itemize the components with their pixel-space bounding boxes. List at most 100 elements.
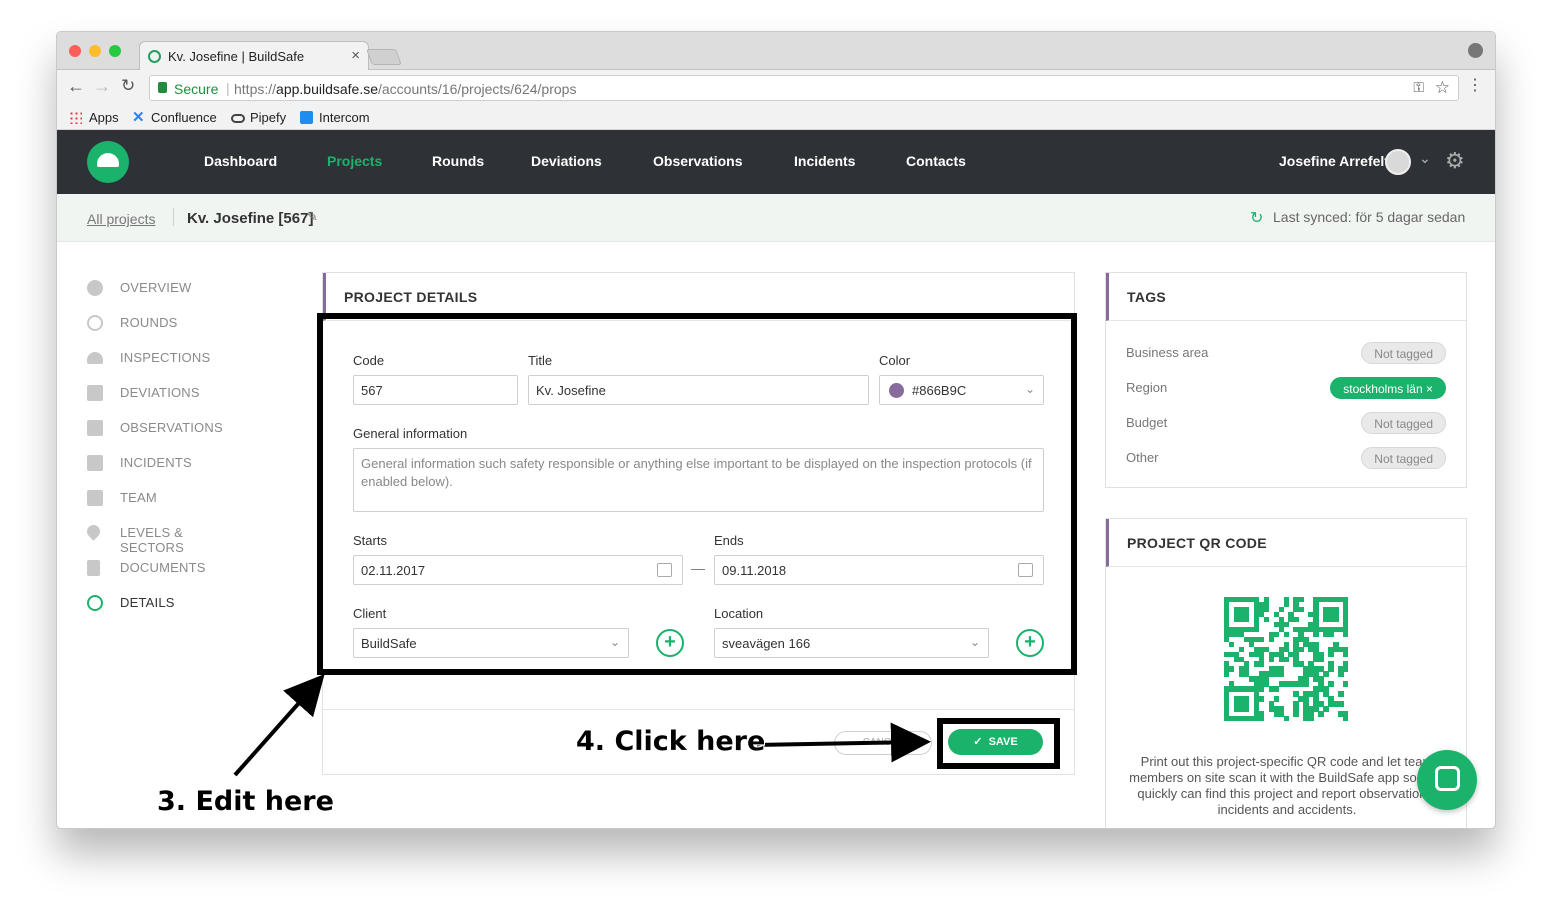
nav-deviations[interactable]: Deviations bbox=[531, 153, 602, 169]
chat-icon bbox=[1435, 766, 1460, 791]
avatar[interactable] bbox=[1385, 149, 1411, 175]
qr-module bbox=[1338, 691, 1344, 697]
url-text: https://app.buildsafe.se/accounts/16/pro… bbox=[234, 81, 576, 97]
reload-icon[interactable]: ↻ bbox=[121, 76, 135, 96]
nav-dashboard[interactable]: Dashboard bbox=[204, 153, 277, 169]
tag-chip-business-area[interactable]: Not tagged bbox=[1361, 342, 1446, 364]
qr-module bbox=[1293, 616, 1299, 623]
star-icon[interactable]: ☆ bbox=[1435, 78, 1450, 98]
info-icon bbox=[87, 280, 103, 296]
tab-close-icon[interactable]: × bbox=[351, 47, 360, 64]
qr-module bbox=[1278, 606, 1284, 613]
key-icon[interactable]: ⚿ bbox=[1413, 79, 1424, 96]
panel-title: PROJECT QR CODE bbox=[1127, 535, 1267, 551]
bookmark-confluence[interactable]: Confluence bbox=[151, 110, 217, 125]
chevron-down-icon[interactable]: ⌄ bbox=[1419, 150, 1431, 167]
panel-footer-divider bbox=[323, 709, 1074, 710]
hardhat-icon bbox=[97, 153, 119, 167]
panel-title: TAGS bbox=[1127, 289, 1167, 305]
maximize-window-button[interactable] bbox=[109, 45, 121, 57]
qr-module bbox=[1328, 666, 1334, 672]
tag-chip-other[interactable]: Not tagged bbox=[1361, 447, 1446, 469]
bookmark-pipefy[interactable]: Pipefy bbox=[250, 110, 286, 125]
tag-chip-region[interactable]: stockholms län × bbox=[1330, 377, 1446, 399]
qr-module bbox=[1283, 656, 1289, 662]
qr-module bbox=[1253, 626, 1260, 633]
buildsafe-logo[interactable] bbox=[87, 141, 129, 183]
address-bar[interactable]: Secure | https://app.buildsafe.se/accoun… bbox=[149, 75, 1459, 101]
all-projects-link[interactable]: All projects bbox=[87, 211, 155, 227]
map-pin-icon bbox=[84, 522, 103, 541]
url-domain: app.buildsafe.se bbox=[276, 81, 378, 97]
qr-module bbox=[1323, 706, 1329, 712]
click-here-annotation: 4. Click here bbox=[576, 726, 766, 757]
minimize-window-button[interactable] bbox=[89, 45, 101, 57]
browser-menu-icon[interactable]: ⋮ bbox=[1467, 75, 1483, 95]
tag-chip-budget[interactable]: Not tagged bbox=[1361, 412, 1446, 434]
qr-module bbox=[1333, 616, 1339, 623]
qr-code-image bbox=[1224, 597, 1349, 722]
qr-module bbox=[1263, 606, 1270, 613]
qr-module bbox=[1263, 616, 1270, 623]
qr-module bbox=[1308, 716, 1314, 722]
qr-module bbox=[1328, 681, 1334, 687]
project-title: Kv. Josefine [567] bbox=[187, 210, 314, 227]
qr-module bbox=[1283, 716, 1289, 722]
cancel-button[interactable]: CANCEL bbox=[834, 731, 932, 755]
nav-contacts[interactable]: Contacts bbox=[906, 153, 966, 169]
sidebar-item-label: INCIDENTS bbox=[120, 455, 192, 470]
lock-icon bbox=[158, 82, 167, 93]
breadcrumb: All projects Kv. Josefine [567] ✎ ↻ Last… bbox=[57, 194, 1495, 242]
bookmark-intercom[interactable]: Intercom bbox=[319, 110, 370, 125]
chat-launcher-button[interactable] bbox=[1417, 750, 1477, 810]
breadcrumb-divider bbox=[173, 208, 174, 226]
browser-toolbar: ← → ↻ Secure | https://app.buildsafe.se/… bbox=[57, 70, 1495, 106]
qr-description: Print out this project-specific QR code … bbox=[1129, 754, 1445, 817]
edit-highlight-box bbox=[317, 313, 1077, 675]
sync-icon: ↻ bbox=[1250, 210, 1264, 227]
qr-module bbox=[1268, 636, 1275, 643]
qr-module bbox=[1343, 716, 1349, 722]
rounds-icon bbox=[87, 315, 103, 331]
pencil-icon[interactable]: ✎ bbox=[307, 209, 318, 225]
tags-panel: TAGS Business area Not tagged Region sto… bbox=[1105, 272, 1467, 488]
qr-module bbox=[1258, 716, 1265, 722]
qr-module bbox=[1343, 651, 1349, 657]
qr-module bbox=[1228, 666, 1235, 672]
nav-incidents[interactable]: Incidents bbox=[794, 153, 855, 169]
qr-module bbox=[1328, 631, 1334, 638]
back-arrow-icon[interactable]: ← bbox=[67, 76, 85, 97]
sidebar-item-label: DOCUMENTS bbox=[120, 560, 206, 575]
browser-tab[interactable]: Kv. Josefine | BuildSafe × bbox=[139, 41, 369, 71]
sidebar-item-label: DETAILS bbox=[120, 595, 175, 610]
favicon-icon bbox=[148, 50, 161, 63]
nav-observations[interactable]: Observations bbox=[653, 153, 742, 169]
qr-module bbox=[1318, 656, 1324, 662]
tag-label-region: Region bbox=[1126, 380, 1168, 395]
profile-icon[interactable] bbox=[1468, 43, 1483, 58]
nav-projects[interactable]: Projects bbox=[327, 153, 382, 169]
sidebar-item-label: ROUNDS bbox=[120, 315, 178, 330]
close-window-button[interactable] bbox=[69, 45, 81, 57]
tag-label-business-area: Business area bbox=[1126, 345, 1209, 360]
new-tab-button[interactable] bbox=[366, 49, 402, 65]
url-scheme: https:// bbox=[234, 81, 277, 97]
tab-title: Kv. Josefine | BuildSafe bbox=[168, 49, 305, 64]
gear-icon[interactable]: ⚙ bbox=[1445, 148, 1465, 174]
confluence-icon: ✕ bbox=[132, 109, 145, 126]
app-header: Dashboard Projects Rounds Deviations Obs… bbox=[57, 130, 1495, 194]
qr-module bbox=[1258, 686, 1265, 692]
qr-module bbox=[1278, 671, 1284, 677]
qr-module bbox=[1258, 636, 1265, 643]
bookmark-apps[interactable]: Apps bbox=[89, 110, 119, 125]
secure-label: Secure bbox=[174, 81, 219, 97]
qr-module bbox=[1338, 671, 1344, 677]
edit-here-annotation: 3. Edit here bbox=[157, 786, 334, 817]
qr-module bbox=[1293, 711, 1299, 717]
nav-rounds[interactable]: Rounds bbox=[432, 153, 484, 169]
panel-header: TAGS bbox=[1106, 273, 1466, 321]
qr-module bbox=[1343, 681, 1349, 687]
qr-module bbox=[1303, 681, 1309, 687]
forward-arrow-icon[interactable]: → bbox=[93, 76, 111, 97]
user-name[interactable]: Josefine Arrefelt bbox=[1279, 153, 1389, 169]
